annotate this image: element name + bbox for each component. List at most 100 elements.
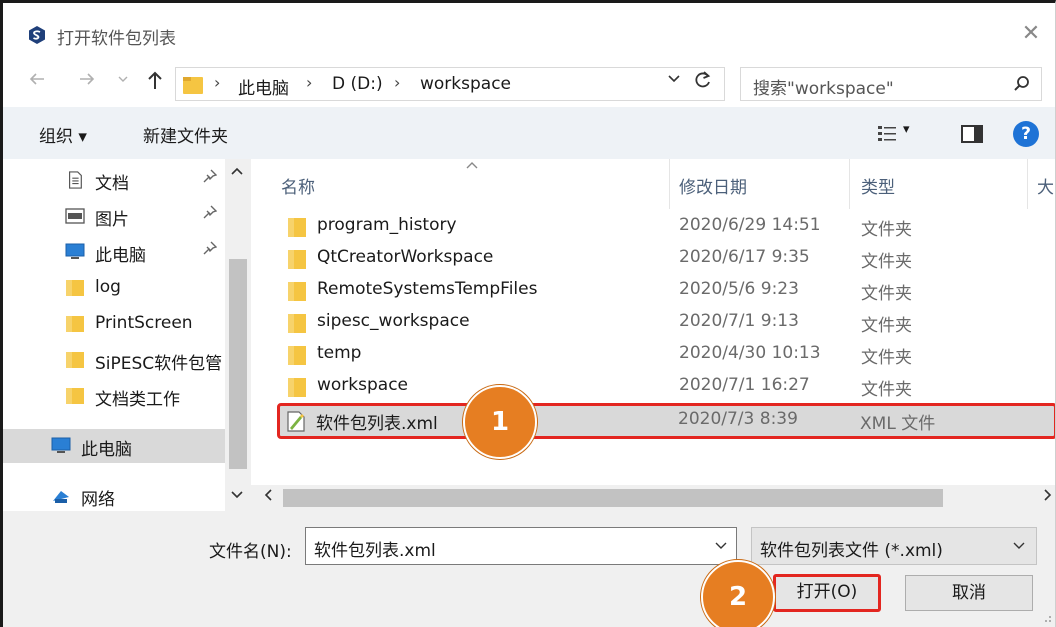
chevron-left-icon[interactable] xyxy=(263,487,275,507)
file-row[interactable]: sipesc_workspace 2020/7/1 9:13 文件夹 xyxy=(279,307,1055,339)
file-type: XML 文件 xyxy=(860,414,936,434)
refresh-button[interactable] xyxy=(693,69,713,96)
breadcrumb-separator: › xyxy=(306,73,313,92)
refresh-icon xyxy=(695,71,711,88)
chevron-down-icon[interactable] xyxy=(230,489,244,505)
window-title: 打开软件包列表 xyxy=(57,29,176,49)
nav-item-doc-work[interactable]: 文档类工作 xyxy=(3,379,225,413)
forward-button[interactable] xyxy=(75,69,99,95)
folder-icon xyxy=(66,352,84,368)
breadcrumb-separator: › xyxy=(394,73,401,92)
file-name: RemoteSystemsTempFiles xyxy=(317,279,538,299)
document-icon xyxy=(69,171,82,189)
arrow-up-icon xyxy=(148,71,162,89)
column-divider[interactable] xyxy=(669,159,670,209)
search-icon xyxy=(1014,76,1029,91)
organize-menu[interactable]: 组织 ▾ xyxy=(39,122,87,147)
nav-label: PrintScreen xyxy=(95,313,193,333)
filename-input[interactable]: 软件包列表.xml xyxy=(305,527,737,565)
file-date: 2020/5/6 9:23 xyxy=(679,279,799,299)
up-button[interactable] xyxy=(143,69,167,95)
network-icon xyxy=(53,491,69,503)
file-type: 文件夹 xyxy=(861,284,912,304)
column-header-name[interactable]: 名称 xyxy=(281,173,315,198)
chevron-right-icon[interactable] xyxy=(1041,487,1053,507)
file-row[interactable]: RemoteSystemsTempFiles 2020/5/6 9:23 文件夹 xyxy=(279,275,1055,307)
arrow-right-icon xyxy=(80,73,95,85)
nav-label: 图片 xyxy=(95,210,129,230)
file-row[interactable]: temp 2020/4/30 10:13 文件夹 xyxy=(279,339,1055,371)
open-button[interactable]: 打开(O) xyxy=(773,574,881,612)
nav-item-this-pc[interactable]: 此电脑 xyxy=(3,429,225,463)
callout-badge-1: 1 xyxy=(463,385,537,459)
file-row[interactable]: QtCreatorWorkspace 2020/6/17 9:35 文件夹 xyxy=(279,243,1055,275)
nav-label: SiPESC软件包管 xyxy=(95,354,223,374)
file-row-selected[interactable]: 软件包列表.xml 2020/7/3 8:39 XML 文件 xyxy=(277,403,1055,439)
breadcrumb-drive-d[interactable]: D (D:) xyxy=(332,74,383,94)
nav-item-network[interactable]: 网络 xyxy=(3,479,225,513)
nav-scrollbar-thumb[interactable] xyxy=(229,259,247,469)
arrow-left-icon xyxy=(29,73,44,85)
file-row[interactable]: program_history 2020/6/29 14:51 文件夹 xyxy=(279,211,1055,243)
nav-item-sipesc[interactable]: SiPESC软件包管 xyxy=(3,343,225,377)
nav-item-pictures[interactable]: 图片 xyxy=(3,199,225,233)
navigation-pane: 文档 图片 此电脑 log PrintScreen SiPESC软件包管 文档类… xyxy=(3,159,251,511)
folder-icon xyxy=(288,218,306,237)
close-button[interactable]: ✕ xyxy=(1014,17,1048,51)
cancel-button[interactable]: 取消 xyxy=(905,575,1033,611)
address-bar[interactable]: › 此电脑 › D (D:) › workspace xyxy=(175,67,725,101)
filter-value: 软件包列表文件 (*.xml) xyxy=(760,541,943,561)
nav-label: 文档 xyxy=(95,174,129,194)
breadcrumb-workspace[interactable]: workspace xyxy=(420,74,511,94)
folder-icon xyxy=(288,250,306,269)
file-date: 2020/7/1 16:27 xyxy=(679,375,810,395)
resize-grip-icon[interactable] xyxy=(1042,613,1052,626)
file-type-filter-select[interactable]: 软件包列表文件 (*.xml) xyxy=(751,527,1037,565)
app-logo-icon xyxy=(29,26,45,44)
new-folder-button[interactable]: 新建文件夹 xyxy=(143,122,228,147)
nav-item-documents[interactable]: 文档 xyxy=(3,163,225,197)
change-view-button[interactable]: ▾ xyxy=(877,122,913,144)
file-name: program_history xyxy=(317,215,457,235)
nav-label: 此电脑 xyxy=(95,246,146,266)
nav-scrollbar[interactable] xyxy=(225,159,251,511)
recent-locations-button[interactable] xyxy=(115,69,131,95)
open-file-dialog: 打开软件包列表 ✕ › 此电脑 › D (D:) › workspace 搜索"… xyxy=(0,0,1056,627)
chevron-up-icon[interactable] xyxy=(230,165,244,181)
search-input[interactable]: 搜索"workspace" xyxy=(740,67,1042,101)
chevron-down-icon: ▾ xyxy=(903,122,910,137)
file-date: 2020/6/29 14:51 xyxy=(679,215,821,235)
file-list: 名称 修改日期 类型 大 program_history 2020/6/29 1… xyxy=(251,159,1055,511)
file-date: 2020/4/30 10:13 xyxy=(679,343,821,363)
pictures-icon xyxy=(65,208,85,224)
computer-icon xyxy=(65,243,85,259)
close-icon: ✕ xyxy=(1021,21,1041,46)
chevron-down-icon[interactable] xyxy=(714,538,728,556)
back-button[interactable] xyxy=(25,69,49,95)
column-header-size[interactable]: 大 xyxy=(1037,173,1054,198)
breadcrumb-separator: › xyxy=(214,73,221,92)
column-header-date[interactable]: 修改日期 xyxy=(679,173,747,198)
column-divider[interactable] xyxy=(849,159,850,209)
column-divider[interactable] xyxy=(1027,159,1028,209)
folder-icon xyxy=(288,346,306,365)
sort-ascending-icon xyxy=(465,159,479,174)
pin-icon xyxy=(203,205,218,223)
nav-item-this-pc-quick[interactable]: 此电脑 xyxy=(3,235,225,269)
file-name: QtCreatorWorkspace xyxy=(317,247,494,267)
nav-item-log[interactable]: log xyxy=(3,271,225,305)
file-date: 2020/6/17 9:35 xyxy=(679,247,810,267)
file-name: 软件包列表.xml xyxy=(316,414,438,434)
nav-item-printscreen[interactable]: PrintScreen xyxy=(3,307,225,341)
hscrollbar-thumb[interactable] xyxy=(283,489,943,507)
file-list-hscrollbar[interactable] xyxy=(251,485,1055,511)
breadcrumb-this-pc[interactable]: 此电脑 xyxy=(238,74,289,99)
folder-icon xyxy=(66,316,84,332)
address-dropdown-button[interactable] xyxy=(667,71,681,89)
file-row[interactable]: workspace 2020/7/1 16:27 文件夹 xyxy=(279,371,1055,403)
preview-pane-button[interactable] xyxy=(961,125,983,143)
help-button[interactable]: ? xyxy=(1013,121,1039,147)
column-header-type[interactable]: 类型 xyxy=(861,173,895,198)
file-type: 文件夹 xyxy=(861,252,912,272)
file-type: 文件夹 xyxy=(861,348,912,368)
